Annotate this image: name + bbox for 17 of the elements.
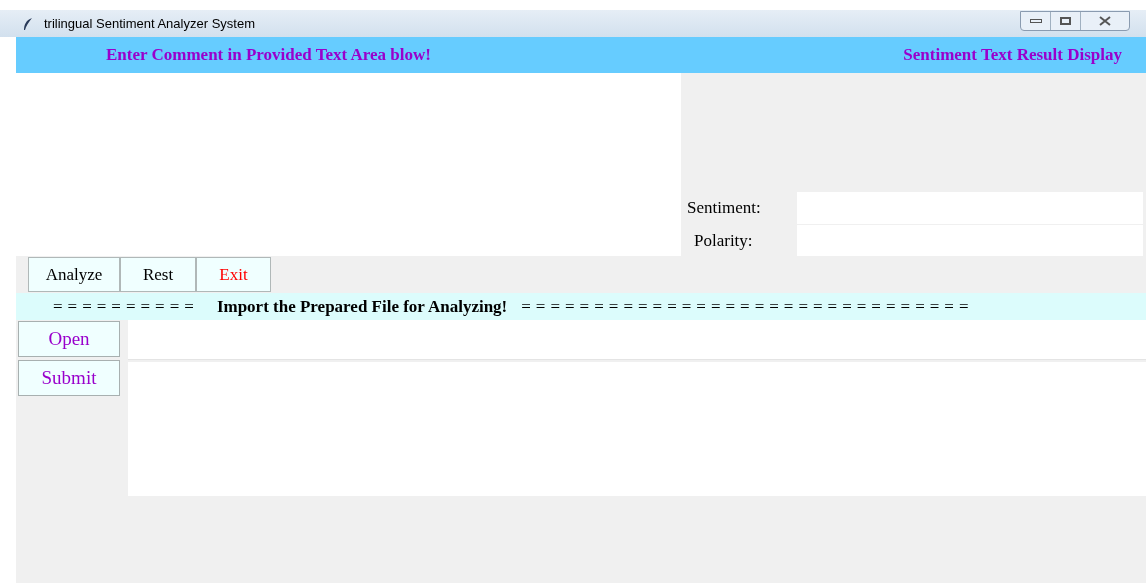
file-path-field[interactable] [128, 320, 1146, 360]
banner-label: Import the Prepared File for Analyzing! [216, 295, 508, 318]
action-button[interactable]: Analyze [28, 257, 120, 292]
header-label: Enter Comment in Provided Text Area blow! [106, 44, 431, 67]
file-button[interactable]: Submit [18, 360, 120, 396]
file-button[interactable]: Open [18, 321, 120, 357]
comment-text-area[interactable] [16, 73, 681, 256]
action-button[interactable]: Exit [196, 257, 271, 292]
window-title: trilingual Sentiment Analyzer System [44, 14, 255, 33]
rule-text: =============================== [521, 295, 974, 318]
rule-text: ========== [53, 295, 199, 318]
feather-icon [22, 16, 34, 31]
field-label: Sentiment: [686, 197, 762, 220]
action-button[interactable]: Rest [120, 257, 196, 292]
field-label: Polarity: [693, 229, 754, 252]
close-icon [1099, 15, 1111, 26]
header-label: Sentiment Text Result Display [903, 44, 1122, 67]
